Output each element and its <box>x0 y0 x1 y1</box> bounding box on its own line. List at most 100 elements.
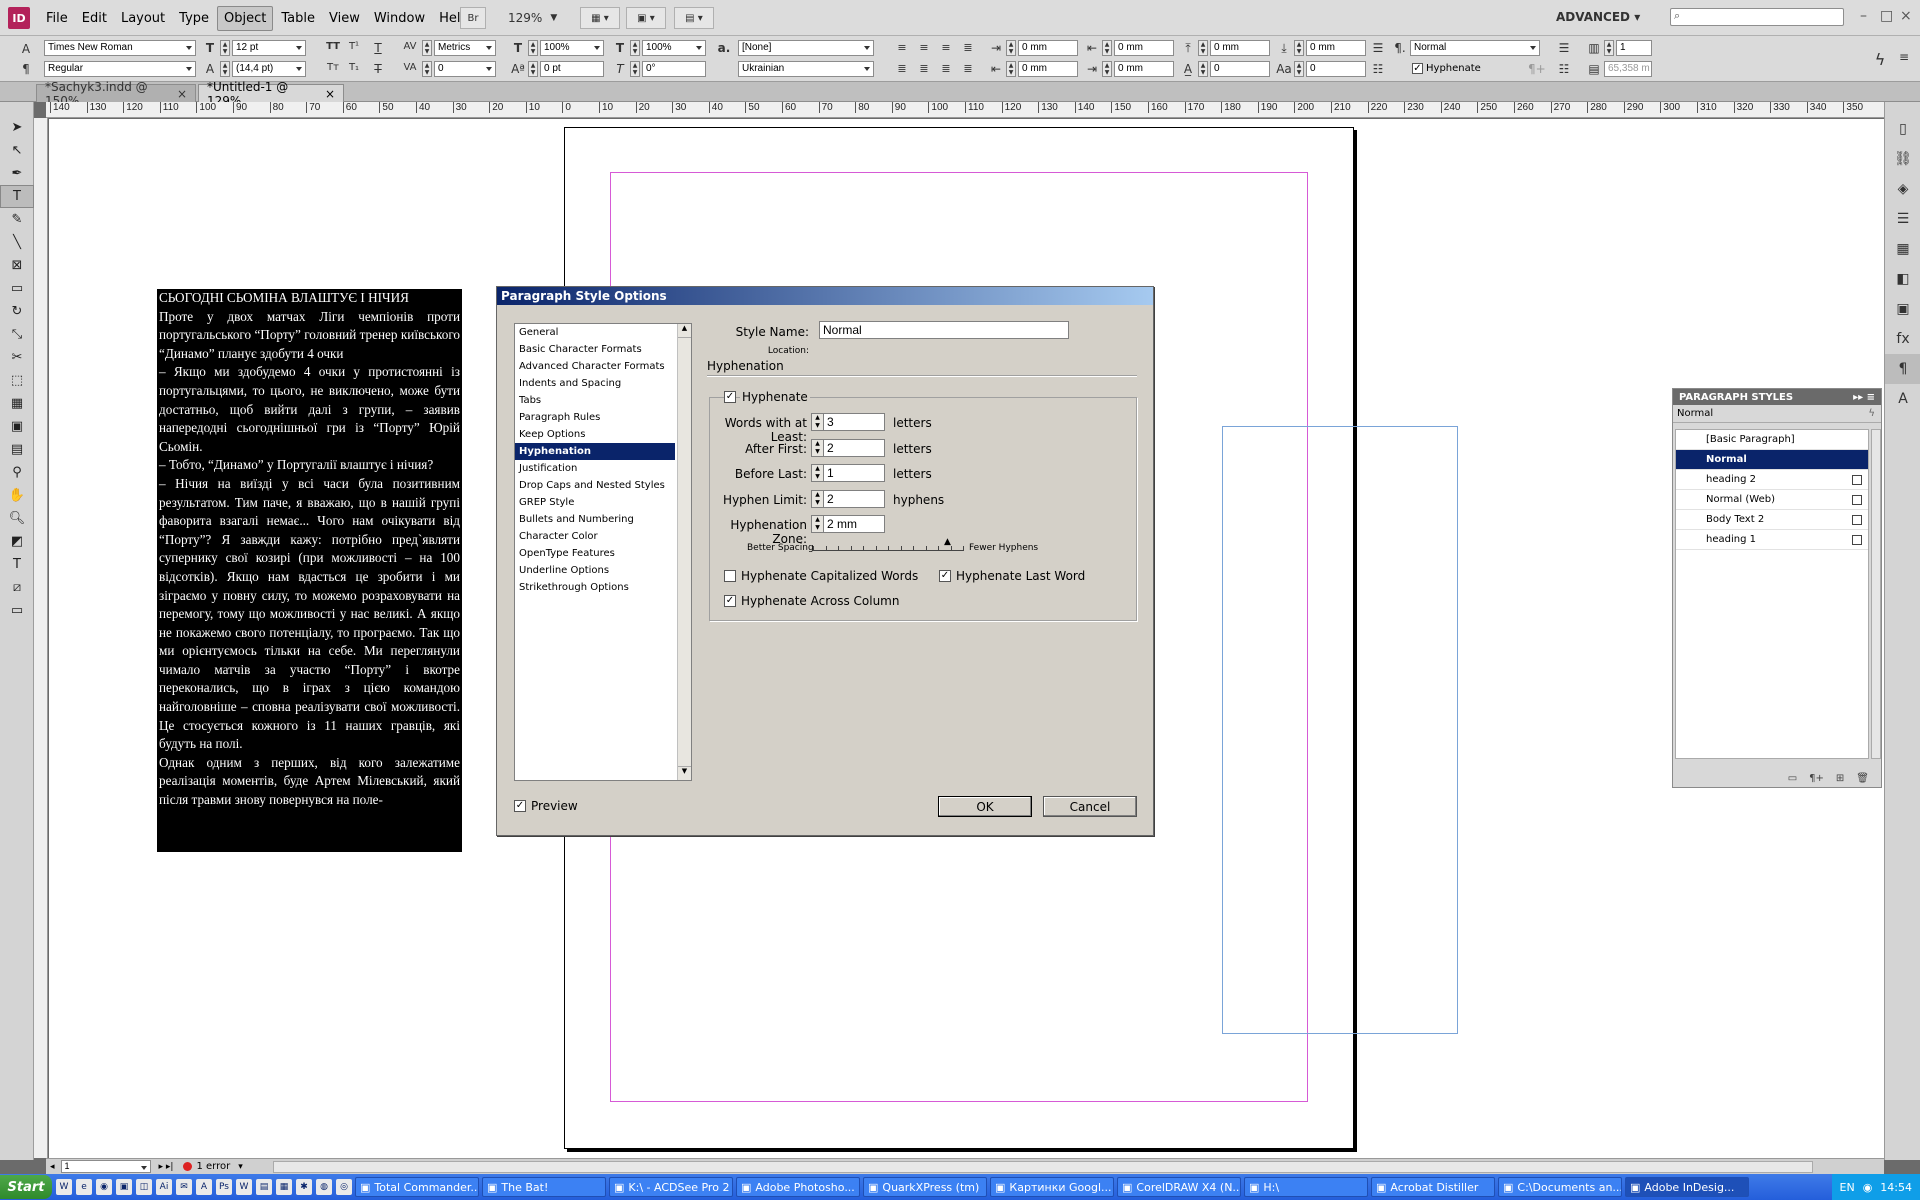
align-spine-icon[interactable]: ≣ <box>960 62 976 75</box>
hyphenate-checkbox[interactable]: ✓ <box>1412 63 1423 74</box>
apply-none-icon[interactable]: ⧄ <box>0 576 34 599</box>
right-indent-stepper[interactable]: ▲ ▼ <box>1102 40 1112 56</box>
free-transform-tool-icon[interactable]: ⬚ <box>0 369 34 392</box>
rectangle-tool-icon[interactable]: ▭ <box>0 277 34 300</box>
gradient-tool-icon[interactable]: ▦ <box>0 392 34 415</box>
skew-stepper[interactable]: ▲ ▼ <box>630 61 640 77</box>
category-item[interactable]: Tabs <box>515 392 675 409</box>
zoom-tool-icon[interactable]: 🔍︎ <box>0 507 34 530</box>
note-tool-icon[interactable]: ▤ <box>0 438 34 461</box>
align-justify-left-icon[interactable]: ≣ <box>960 41 976 54</box>
spacing-slider[interactable]: ▲ <box>813 537 964 551</box>
category-scrollbar[interactable]: ▲ ▼ <box>677 324 691 780</box>
columns-field[interactable]: 1 <box>1616 40 1652 56</box>
taskbar-item[interactable]: ▣ Total Commander... <box>355 1177 479 1197</box>
start-button[interactable]: Start <box>0 1175 52 1199</box>
last-indent-field[interactable]: 0 mm <box>1114 61 1174 77</box>
category-item[interactable]: Keep Options <box>515 426 675 443</box>
category-item[interactable]: Drop Caps and Nested Styles <box>515 477 675 494</box>
close-tab-icon[interactable]: × <box>325 87 335 101</box>
balance-columns-icon[interactable]: ▤ <box>1586 62 1602 76</box>
rectangle-frame-tool-icon[interactable]: ⊠ <box>0 254 34 277</box>
right-indent-field[interactable]: 0 mm <box>1114 40 1174 56</box>
baseline-grid-icon[interactable]: ☷ <box>1370 62 1386 76</box>
align-right-icon[interactable]: ≡ <box>938 41 954 54</box>
preflight-status[interactable]: 1 error <box>196 1161 230 1172</box>
menu-view[interactable]: View <box>323 7 366 30</box>
drop-cap-chars-stepper[interactable]: ▲ ▼ <box>1294 61 1304 77</box>
effects-icon[interactable]: fx <box>1885 324 1920 354</box>
quicklaunch-folder-icon[interactable]: ◫ <box>136 1179 152 1195</box>
quicklaunch-acrobat-icon[interactable]: A <box>196 1179 212 1195</box>
leading-field[interactable]: (14,4 pt) <box>232 61 306 77</box>
first-page-icon[interactable]: ◂ <box>50 1162 55 1172</box>
quicklaunch-illustrator-icon[interactable]: Ai <box>156 1179 172 1195</box>
vertical-scale-stepper[interactable]: ▲ ▼ <box>528 40 538 56</box>
view-mode-icon[interactable]: ▭ <box>0 599 34 622</box>
clear-override-icon[interactable]: ¶+ <box>1809 773 1824 784</box>
category-item[interactable]: OpenType Features <box>515 545 675 562</box>
first-indent-field[interactable]: 0 mm <box>1018 61 1078 77</box>
field-input[interactable]: 2 <box>823 438 885 457</box>
style-item[interactable]: heading 1 <box>1676 530 1868 550</box>
numbered-list-icon[interactable]: ☷ <box>1556 62 1572 76</box>
pages-icon[interactable]: ▯ <box>1885 114 1920 144</box>
dialog-title[interactable]: Paragraph Style Options <box>497 287 1153 305</box>
tracking-field[interactable]: 0 <box>434 61 496 77</box>
chevron-down-icon[interactable]: ▾ <box>238 1162 243 1172</box>
space-before-stepper[interactable]: ▲ ▼ <box>1198 40 1208 56</box>
network-icon[interactable]: ◉ <box>1863 1181 1873 1194</box>
scale-tool-icon[interactable]: ⤡ <box>0 323 34 346</box>
justify-center-icon[interactable]: ≣ <box>894 62 910 75</box>
category-item[interactable]: Bullets and Numbering <box>515 511 675 528</box>
slider-thumb[interactable]: ▲ <box>944 537 951 547</box>
first-indent-stepper[interactable]: ▲ ▼ <box>1006 61 1016 77</box>
font-size-field[interactable]: 12 pt <box>232 40 306 56</box>
category-item[interactable]: Justification <box>515 460 675 477</box>
category-item[interactable]: Hyphenation <box>515 443 675 460</box>
hyphenate-across-column-checkbox[interactable]: ✓ <box>724 595 736 607</box>
horizontal-scrollbar[interactable] <box>272 1160 1813 1173</box>
all-caps-icon[interactable]: TT <box>322 41 344 52</box>
style-list-scrollbar[interactable] <box>1871 429 1881 759</box>
drop-cap-lines-stepper[interactable]: ▲ ▼ <box>1198 61 1208 77</box>
skew-field[interactable]: 0° <box>642 61 706 77</box>
swatches-icon[interactable]: ▦ <box>1885 234 1920 264</box>
direct-selection-tool-icon[interactable]: ↖ <box>0 139 34 162</box>
quicklaunch-mail-icon[interactable]: ✉ <box>176 1179 192 1195</box>
category-item[interactable]: Underline Options <box>515 562 675 579</box>
drop-cap-lines-field[interactable]: 0 <box>1210 61 1270 77</box>
field-input[interactable]: 2 mm <box>823 515 885 533</box>
screen-mode-button[interactable]: ▣ ▾ <box>626 7 666 29</box>
lightning-icon[interactable]: ϟ <box>1872 50 1888 69</box>
category-item[interactable]: Strikethrough Options <box>515 579 675 596</box>
taskbar-item[interactable]: ▣ C:\Documents an... <box>1498 1177 1622 1197</box>
taskbar-item[interactable]: ▣ The Bat! <box>482 1177 606 1197</box>
eyedropper-tool-icon[interactable]: ⚲ <box>0 461 34 484</box>
taskbar-item[interactable]: ▣ Adobe Photosho... <box>736 1177 860 1197</box>
delete-icon[interactable]: 🗑︎ <box>1856 773 1869 784</box>
taskbar-item[interactable]: ▣ Картинки Googl... <box>990 1177 1114 1197</box>
minimize-icon[interactable]: – <box>1860 8 1867 24</box>
scroll-down-icon[interactable]: ▼ <box>678 766 691 780</box>
space-before-field[interactable]: 0 mm <box>1210 40 1270 56</box>
baseline-field[interactable]: 0 pt <box>540 61 604 77</box>
menu-window[interactable]: Window <box>368 7 431 30</box>
menu-object[interactable]: Object <box>217 5 274 31</box>
bridge-button[interactable]: Br <box>460 7 486 29</box>
quicklaunch-ie-icon[interactable]: e <box>76 1179 92 1195</box>
justify-right-icon[interactable]: ≣ <box>916 62 932 75</box>
formatting-text-icon[interactable]: T <box>0 553 34 576</box>
vertical-scale-field[interactable]: 100% <box>540 40 604 56</box>
kerning-stepper[interactable]: ▲ ▼ <box>422 40 432 56</box>
panel-menu-icon[interactable]: ▸▸ ≡ <box>1853 392 1881 403</box>
close-icon[interactable]: × <box>1900 8 1912 24</box>
line-tool-icon[interactable]: ╲ <box>0 231 34 254</box>
taskbar-item[interactable]: ▣ CorelDRAW X4 (N... <box>1117 1177 1241 1197</box>
last-indent-stepper[interactable]: ▲ ▼ <box>1102 61 1112 77</box>
baseline-stepper[interactable]: ▲ ▼ <box>528 61 538 77</box>
superscript-icon[interactable]: T¹ <box>346 41 362 52</box>
cancel-button[interactable]: Cancel <box>1043 796 1137 817</box>
hyphenate-capitalized-checkbox[interactable] <box>724 570 736 582</box>
underline-icon[interactable]: T <box>370 41 386 55</box>
